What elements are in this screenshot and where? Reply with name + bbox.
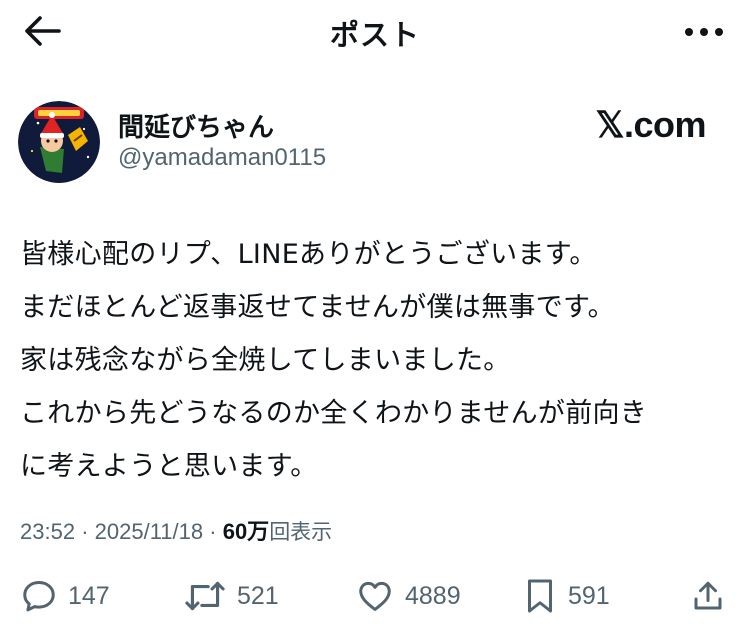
like-count: 4889 (405, 581, 461, 610)
profile-avatar (18, 101, 100, 183)
reply-icon (23, 581, 55, 612)
more-options-button[interactable] (682, 14, 726, 50)
meta-separator: · (209, 519, 217, 544)
post-line: 家は残念ながら全焼してしまいました。 (20, 345, 511, 376)
top-bar: ポスト (0, 0, 750, 62)
post-line: 皆様心配のリプ、LINEありがとうございます。 (20, 239, 597, 270)
author-handle[interactable]: @yamadaman0115 (118, 144, 326, 172)
avatar[interactable] (18, 101, 100, 183)
post-meta: 23:52 · 2025/11/18 · 60万回表示 (20, 514, 332, 546)
post-line: に考えようと思います。 (20, 451, 318, 482)
action-bar: 147 521 4889 591 (0, 570, 750, 624)
reply-count: 147 (68, 581, 110, 610)
bookmark-button[interactable]: 591 (522, 576, 610, 616)
views-label: 回表示 (269, 520, 333, 544)
meta-separator: · (81, 519, 89, 544)
more-horizontal-icon (685, 28, 723, 36)
post-time[interactable]: 23:52 (20, 519, 75, 544)
page-title: ポスト (329, 18, 420, 52)
share-icon (694, 581, 722, 610)
author-display-name[interactable]: 間延びちゃん (118, 107, 274, 144)
source-label: 𝕏.com (595, 104, 706, 145)
post-text: 皆様心配のリプ、LINEありがとうございます。 まだほとんど返事返せてませんが僕… (20, 228, 735, 493)
repost-count: 521 (237, 581, 279, 610)
reply-button[interactable]: 147 (20, 576, 110, 616)
repost-icon (185, 581, 225, 611)
post-date[interactable]: 2025/11/18 (95, 519, 203, 544)
heart-icon (359, 581, 391, 611)
share-button[interactable] (690, 576, 726, 616)
post-line: まだほとんど返事返せてませんが僕は無事です。 (20, 292, 615, 323)
like-button[interactable]: 4889 (355, 576, 461, 616)
post-line: これから先どうなるのか全くわかりませんが前向き (20, 398, 648, 429)
bookmark-icon (528, 579, 552, 613)
views-count[interactable]: 60万 (223, 519, 269, 544)
repost-button[interactable]: 521 (183, 576, 279, 616)
bookmark-count: 591 (568, 581, 610, 610)
